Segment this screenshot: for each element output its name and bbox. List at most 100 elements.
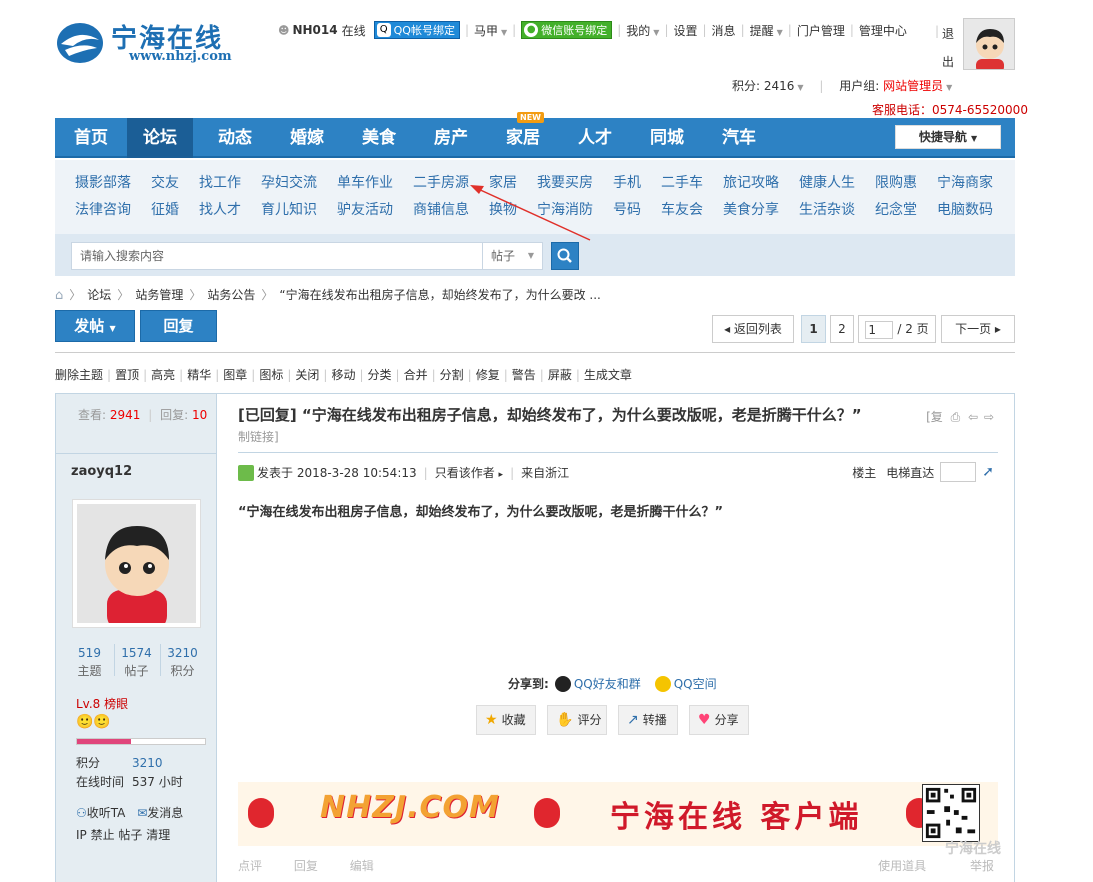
subnav-item[interactable]: 健康人生 (799, 172, 855, 192)
usergroup-menu[interactable]: 网站管理员 ▼ (883, 79, 952, 93)
mod-action[interactable]: 精华 (187, 368, 211, 382)
breadcrumb-item[interactable]: 论坛 (87, 288, 111, 302)
use-tool-link[interactable]: 使用道具 (878, 859, 926, 873)
next-thread-icon[interactable]: ⇨ (984, 410, 994, 424)
send-message-link[interactable]: ✉发消息 (137, 806, 183, 820)
mod-action[interactable]: 移动 (331, 368, 355, 382)
nav-forum[interactable]: 论坛 (127, 118, 193, 158)
mod-action[interactable]: 分类 (368, 368, 392, 382)
breadcrumb-item[interactable]: 站务管理 (135, 288, 183, 302)
search-input[interactable]: 请输入搜索内容 (71, 242, 483, 270)
subnav-item[interactable]: 美食分享 (723, 199, 779, 219)
mod-action[interactable]: 高亮 (151, 368, 175, 382)
prev-thread-icon[interactable]: ⇦ (968, 410, 978, 424)
mod-action[interactable]: 屏蔽 (548, 368, 572, 382)
messages-link[interactable]: 消息 (712, 22, 736, 39)
author-posts[interactable]: 1574 帖子 (114, 644, 159, 680)
admin-center-link[interactable]: 管理中心 (859, 22, 907, 39)
subnav-item[interactable]: 换物 (489, 199, 517, 219)
qq-bind-button[interactable]: Q QQ帐号绑定 (373, 21, 460, 39)
reply-button[interactable]: 回复 (140, 310, 217, 342)
portal-admin-link[interactable]: 门户管理 (797, 22, 845, 39)
nav-home[interactable]: 首页 (55, 118, 127, 158)
author-avatar[interactable] (72, 499, 201, 628)
nav-wedding[interactable]: 婚嫁 (271, 118, 343, 158)
nav-home-furnishing[interactable]: 家居 (487, 118, 559, 158)
subnav-item[interactable]: 找工作 (199, 172, 241, 192)
new-post-button[interactable]: 发帖 ▼ (55, 310, 135, 342)
subnav-item[interactable]: 找人才 (199, 199, 241, 219)
remind-menu[interactable]: 提醒 ▼ (750, 22, 783, 39)
edit-link[interactable]: 编辑 (350, 859, 374, 873)
subnav-item[interactable]: 摄影部落 (75, 172, 131, 192)
subnav-item[interactable]: 征婚 (151, 199, 179, 219)
nav-talent[interactable]: 人才 (559, 118, 631, 158)
subnav-item[interactable]: 宁海消防 (537, 199, 593, 219)
next-page-button[interactable]: 下一页 ▸ (941, 315, 1015, 343)
rate-button[interactable]: ✋ 评分 (547, 705, 607, 735)
subnav-item[interactable]: 电脑数码 (937, 199, 993, 219)
app-banner[interactable]: NHZJ.COM 宁海在线 客户端 (238, 782, 998, 846)
username-link[interactable]: NH014 (292, 23, 337, 37)
page-2[interactable]: 2 (830, 315, 854, 343)
subnav-item[interactable]: 号码 (613, 199, 641, 219)
forward-button[interactable]: ↗ 转播 (618, 705, 678, 735)
mod-action[interactable]: 删除主题 (55, 368, 103, 382)
page-jump-input[interactable]: 1 (865, 320, 894, 339)
site-logo[interactable]: 宁海在线 www.nhzj.com (55, 18, 265, 68)
favorite-button[interactable]: ★ 收藏 (476, 705, 536, 735)
back-to-list-button[interactable]: ◂ 返回列表 (712, 315, 794, 343)
my-menu[interactable]: 我的 ▼ (626, 22, 659, 39)
page-1[interactable]: 1 (801, 315, 826, 343)
subnav-item[interactable]: 限购惠 (875, 172, 917, 192)
wechat-bind-button[interactable]: ● 微信账号绑定 (521, 21, 613, 39)
share-button[interactable]: ♥ 分享 (689, 705, 749, 735)
search-type-select[interactable]: 帖子 ▼ (483, 242, 543, 270)
logout-link[interactable]: 退出 (942, 20, 956, 76)
mod-action[interactable]: 置顶 (115, 368, 139, 382)
subnav-item[interactable]: 孕妇交流 (261, 172, 317, 192)
subnav-item[interactable]: 二手车 (661, 172, 703, 192)
search-button[interactable] (551, 242, 579, 270)
reply-link[interactable]: 回复 (294, 859, 318, 873)
nav-local[interactable]: 同城 (631, 118, 703, 158)
mod-action[interactable]: 图章 (223, 368, 247, 382)
author-level[interactable]: Lv.8 榜眼 (76, 695, 128, 712)
mod-action[interactable]: 图标 (259, 368, 283, 382)
share-qzone[interactable]: QQ空间 (654, 675, 717, 692)
copy-link[interactable]: [复 (926, 410, 943, 424)
breadcrumb-item[interactable]: 站务公告 (207, 288, 255, 302)
nav-realestate[interactable]: 房产 (415, 118, 487, 158)
copy-link-tail[interactable]: 制链接] (238, 428, 279, 445)
comment-link[interactable]: 点评 (238, 859, 262, 873)
breadcrumb-item[interactable]: “宁海在线发布出租房子信息，却始终发布了，为什么要改 ... (279, 288, 600, 302)
mod-action[interactable]: 关闭 (295, 368, 319, 382)
subnav-item[interactable]: 纪念堂 (875, 199, 917, 219)
author-name[interactable]: zaoyq12 (71, 464, 132, 479)
report-link[interactable]: 举报 (970, 859, 994, 873)
follow-link[interactable]: ⚇收听TA (76, 806, 125, 820)
print-icon[interactable]: ⎙ (951, 410, 961, 424)
nav-food[interactable]: 美食 (343, 118, 415, 158)
floor-jump-input[interactable] (940, 462, 977, 482)
subnav-item[interactable]: 旅记攻略 (723, 172, 779, 192)
subnav-item[interactable]: 我要买房 (537, 172, 593, 192)
quick-nav-button[interactable]: 快捷导航 ▼ (895, 125, 1001, 149)
settings-link[interactable]: 设置 (673, 22, 697, 39)
subnav-item[interactable]: 交友 (151, 172, 179, 192)
subnav-item[interactable]: 车友会 (661, 199, 703, 219)
home-icon[interactable]: ⌂ (55, 288, 63, 303)
mod-action[interactable]: 分割 (440, 368, 464, 382)
subnav-item[interactable]: 宁海商家 (937, 172, 993, 192)
admin-links[interactable]: IP 禁止 帖子 清理 (76, 826, 170, 843)
majia-menu[interactable]: 马甲 ▼ (474, 22, 507, 39)
jump-go-icon[interactable]: ➚ (982, 464, 994, 480)
share-qq[interactable]: QQ好友和群 (554, 675, 641, 692)
author-topics[interactable]: 519 主题 (67, 644, 112, 680)
nav-auto[interactable]: 汽车 (703, 118, 775, 158)
subnav-item[interactable]: 手机 (613, 172, 641, 192)
top-avatar[interactable] (963, 18, 1015, 70)
mod-action[interactable]: 修复 (476, 368, 500, 382)
mod-action[interactable]: 生成文章 (584, 368, 632, 382)
nav-dynamic[interactable]: 动态 (199, 118, 271, 158)
